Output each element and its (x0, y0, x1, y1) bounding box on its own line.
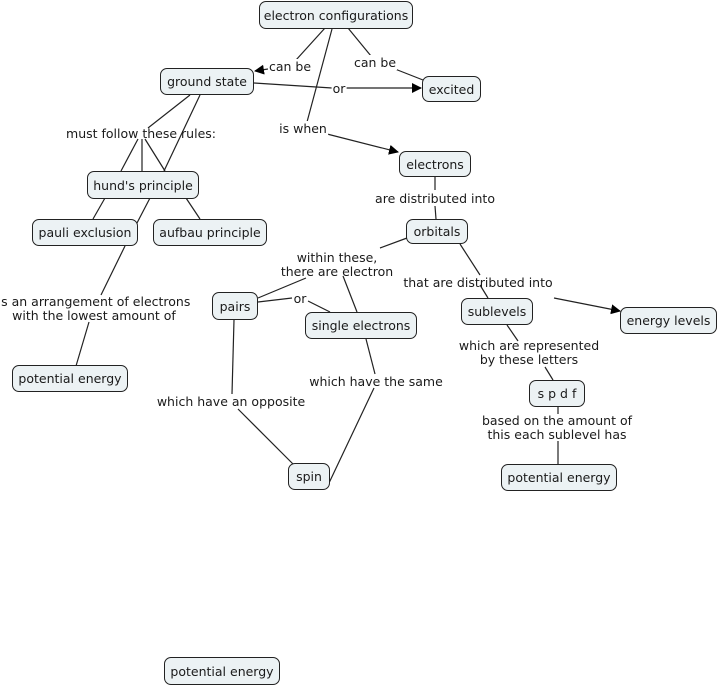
link-pairs-or (257, 297, 293, 303)
link-opposite-spin (237, 408, 295, 466)
link-ground-or (253, 82, 333, 89)
node-aufbau-principle[interactable]: aufbau principle (153, 219, 267, 246)
node-energy-levels[interactable]: energy levels (620, 307, 717, 334)
link-iswhen-electrons (326, 133, 399, 155)
link-arrangement-down (100, 245, 126, 296)
label-within-1: within these, (296, 250, 378, 265)
node-hunds-principle[interactable]: hund's principle (87, 171, 199, 199)
node-electron-configurations[interactable]: electron configurations (259, 1, 413, 29)
label-based-2: this each sublevel has (487, 427, 627, 442)
node-spin[interactable]: spin (288, 463, 330, 490)
link-or-single (307, 300, 331, 313)
link-dist-orbitals (434, 205, 437, 220)
label-can-be-left: can be (267, 59, 313, 74)
label-or-pairs: or (292, 291, 308, 306)
label-arrangement-2: with the lowest amount of (12, 308, 176, 323)
label-or-top: or (331, 81, 347, 96)
label-within-2: there are electron (280, 264, 394, 279)
link-mustfollow-hund-c (144, 138, 166, 172)
label-based-1: based on the amount of (482, 413, 632, 428)
link-single-same (365, 338, 376, 375)
node-ground-state[interactable]: ground state (160, 68, 254, 95)
link-within-single (342, 275, 358, 313)
label-which-opposite: which have an opposite (156, 394, 306, 409)
label-is-when: is when (278, 121, 328, 136)
node-potential-energy-left[interactable]: potential energy (12, 365, 128, 392)
link-canbe-excited (394, 68, 424, 81)
label-that-are-distributed: that are distributed into (403, 275, 553, 290)
link-ec-canbe-right (347, 27, 372, 57)
node-spdf[interactable]: s p d f (529, 380, 585, 407)
link-canbe-ground (254, 64, 269, 75)
link-orbitals-within (379, 237, 408, 249)
node-pairs[interactable]: pairs (212, 292, 258, 320)
node-single-electrons[interactable]: single electrons (305, 312, 417, 339)
link-ground-mustfollow-a (147, 94, 191, 129)
link-pairs-opposite (231, 319, 235, 395)
node-pauli-exclusion[interactable]: pauli exclusion (32, 219, 138, 246)
node-orbitals[interactable]: orbitals (406, 219, 468, 244)
node-potential-energy-orphan[interactable]: potential energy (164, 657, 280, 685)
link-hund-pauli (92, 197, 106, 220)
label-are-distributed-into: are distributed into (375, 191, 495, 206)
link-thatare-energylevels (553, 297, 621, 315)
link-ec-canbe-left (295, 27, 326, 61)
label-represented-1: which are represented (458, 338, 600, 353)
link-represented-spdf (544, 366, 554, 381)
link-orbitals-thatare (459, 243, 481, 276)
link-arrangement-pe (75, 321, 90, 367)
label-must-follow: must follow these rules: (66, 126, 216, 141)
node-electrons[interactable]: electrons (399, 151, 471, 177)
label-can-be-right: can be (352, 55, 398, 70)
label-arrangement-1: is an arrangement of electrons (0, 294, 191, 309)
node-potential-energy-right[interactable]: potential energy (501, 464, 617, 491)
link-mustfollow-hund-a (120, 138, 139, 172)
label-represented-2: by these letters (479, 352, 579, 367)
link-hund-aufbau (185, 197, 201, 220)
connection-lines (75, 27, 621, 484)
label-which-same: which have the same (309, 374, 443, 389)
node-excited[interactable]: excited (422, 76, 481, 102)
link-same-spin (328, 387, 375, 484)
node-sublevels[interactable]: sublevels (461, 298, 533, 325)
